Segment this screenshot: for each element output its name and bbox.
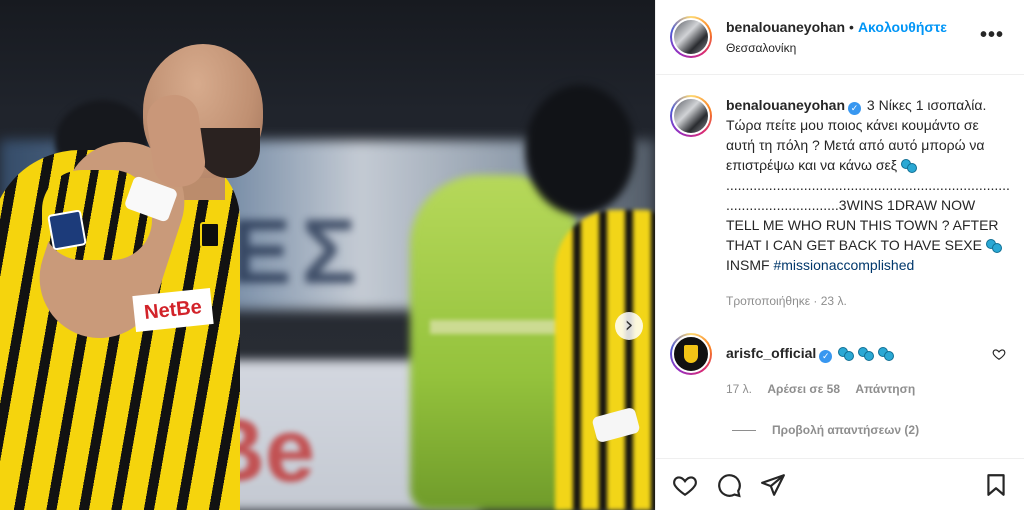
author-avatar[interactable] <box>670 16 712 58</box>
comment-likes[interactable]: Αρέσει σε 58 <box>767 382 840 396</box>
comments-section: benalouaneyohan ✓ 3 Νίκες 1 ισοπαλία. Τώρ… <box>656 75 1024 437</box>
action-bar <box>656 458 1024 510</box>
sweat-droplets-emoji-icon <box>858 346 875 361</box>
post-photo[interactable]: ΕΣ Be NetBe › <box>0 0 655 510</box>
caption-text-english: ........................................… <box>726 177 1010 253</box>
view-replies-button[interactable]: Προβολή απαντήσεων (2) <box>732 423 1010 437</box>
post-caption: benalouaneyohan ✓ 3 Νίκες 1 ισοπαλία. Τώρ… <box>670 95 1010 311</box>
follow-button[interactable]: Ακολουθήστε <box>858 19 947 35</box>
league-patch <box>47 209 87 251</box>
avatar-image <box>672 18 710 56</box>
post-sidebar: benalouaneyohan • Ακολουθήστε Θεσσαλονίκη … <box>655 0 1024 510</box>
replies-divider <box>732 429 756 431</box>
share-icon[interactable] <box>760 472 786 498</box>
staff-head <box>525 85 635 215</box>
edited-timestamp: Τροποποιήθηκε · 23 λ. <box>726 294 847 308</box>
header-text: benalouaneyohan • Ακολουθήστε Θεσσαλονίκη <box>726 18 947 56</box>
verified-badge-icon: ✓ <box>848 102 862 115</box>
bookmark-icon[interactable] <box>983 472 1009 498</box>
instagram-post: ΕΣ Be NetBe › benalouaneyohan • Ακολουθήστ… <box>0 0 1024 510</box>
caption-avatar[interactable] <box>670 95 712 137</box>
view-replies-label: Προβολή απαντήσεων (2) <box>772 423 920 437</box>
post-header: benalouaneyohan • Ακολουθήστε Θεσσαλονίκη … <box>656 0 1024 75</box>
more-options-icon[interactable]: ••• <box>980 24 1004 47</box>
reply-button[interactable]: Απάντηση <box>855 382 915 396</box>
author-username[interactable]: benalouaneyohan <box>726 19 845 35</box>
comment-like-heart-icon[interactable] <box>992 347 1006 361</box>
caption-username[interactable]: benalouaneyohan <box>726 97 845 113</box>
comment-icon[interactable] <box>716 472 742 498</box>
post-location[interactable]: Θεσσαλονίκη <box>726 41 947 56</box>
comment-time: 17 λ. <box>726 382 753 396</box>
verified-badge-icon: ✓ <box>819 350 833 363</box>
heart-icon[interactable] <box>672 472 698 498</box>
teammate-figure <box>555 210 655 510</box>
banner-text: ΕΣ <box>230 201 367 303</box>
next-photo-button[interactable]: › <box>615 312 643 340</box>
avatar-image <box>672 335 710 373</box>
reflective-stripe <box>430 320 560 334</box>
caption-body: benalouaneyohan ✓ 3 Νίκες 1 ισοπαλία. Τώρ… <box>726 95 1011 311</box>
sweat-droplets-emoji-icon <box>838 346 855 361</box>
comment-body: arisfc_official ✓ 17 λ. Αρέσει σε 58 Απάν… <box>726 333 927 399</box>
caption-signature: INSMF <box>726 257 770 273</box>
avatar-image <box>672 97 710 135</box>
comment-item: arisfc_official ✓ 17 λ. Αρέσει σε 58 Απάν… <box>670 333 1010 399</box>
comment-meta: 17 λ. Αρέσει σε 58 Απάντηση <box>726 379 927 399</box>
hashtag-link[interactable]: #missionaccomplished <box>773 257 914 273</box>
club-crest <box>200 222 220 248</box>
aris-crest-icon <box>684 345 698 363</box>
commenter-username[interactable]: arisfc_official <box>726 345 816 361</box>
commenter-avatar[interactable] <box>670 333 712 375</box>
separator-dot: • <box>849 19 854 35</box>
sweat-droplets-emoji-icon <box>877 346 894 361</box>
sweat-droplets-emoji-icon <box>985 238 1002 253</box>
sweat-droplets-emoji-icon <box>900 158 917 173</box>
